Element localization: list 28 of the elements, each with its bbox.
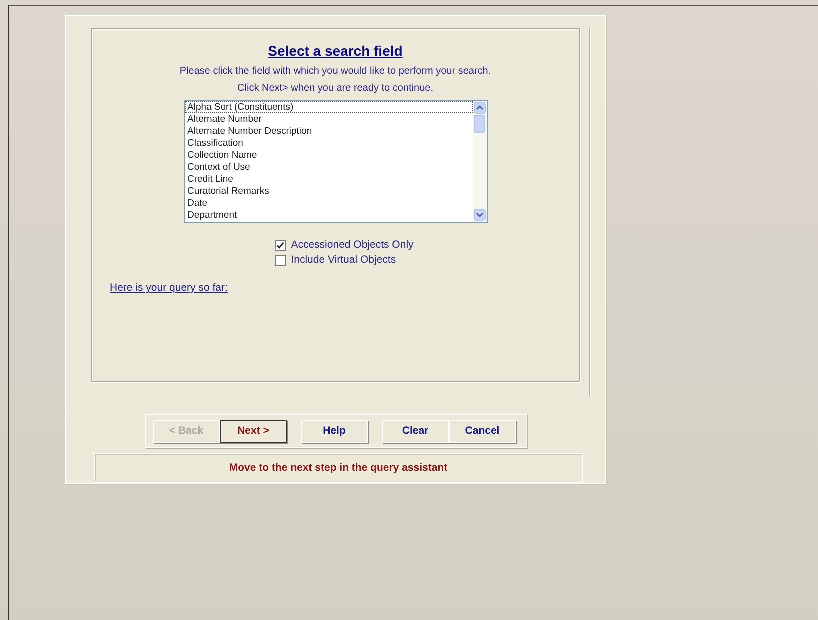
instruction-text: Click Next> when you are ready to continue. — [238, 83, 434, 94]
list-item[interactable]: Alternate Number — [184, 113, 472, 125]
list-item[interactable]: Credit Line — [184, 173, 472, 185]
list-item[interactable]: Alpha Sort (Constituents) — [184, 101, 472, 113]
dialog-button[interactable]: Cancel — [449, 420, 516, 442]
query-link[interactable]: Here is your query so far: — [110, 282, 228, 294]
list-item[interactable]: Date — [184, 197, 472, 209]
checkbox-label: Accessioned Objects Only — [291, 239, 414, 251]
checkbox[interactable] — [275, 240, 286, 250]
dialog-button[interactable]: Clear — [382, 420, 449, 442]
list-item[interactable]: Classification — [184, 137, 472, 149]
scroll-up-icon[interactable] — [474, 102, 486, 114]
list-item[interactable]: Curatorial Remarks — [184, 185, 472, 197]
instruction-text: Please click the field with which you would like to perform your search. — [180, 66, 492, 77]
checkbox[interactable] — [275, 254, 286, 266]
scroll-down-icon[interactable] — [474, 209, 486, 221]
list-item[interactable]: Collection Name — [184, 149, 472, 161]
checkbox-label: Include Virtual Objects — [291, 254, 396, 266]
list-item[interactable]: Alternate Number Description — [184, 125, 472, 137]
dialog-button[interactable]: Help — [301, 420, 368, 442]
list-item[interactable]: Department — [184, 209, 472, 221]
dialog-button[interactable]: Next > — [220, 420, 287, 442]
status-bar: Move to the next step in the query assistant — [94, 453, 583, 483]
dialog-title: Select a search field — [268, 43, 403, 59]
scrollbar[interactable] — [472, 101, 486, 222]
field-list[interactable]: Alpha Sort (Constituents) Alternate Number Alternate Number Description Classification Collection Name Context of Use Credit Line Curatorial Remarks Date Department — [184, 100, 488, 223]
scroll-thumb[interactable] — [474, 115, 485, 133]
list-item[interactable]: Context of Use — [184, 161, 472, 173]
